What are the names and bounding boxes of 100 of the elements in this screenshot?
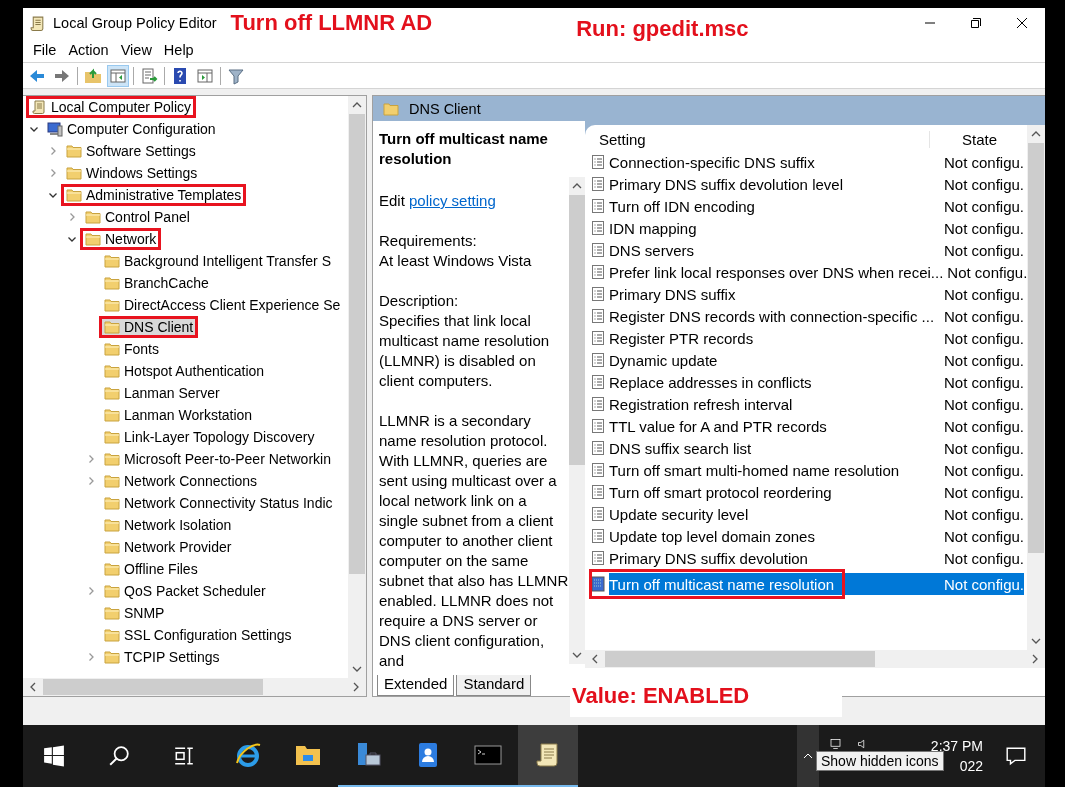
pane-header: DNS Client — [373, 96, 1045, 121]
setting-name: Dynamic update — [609, 351, 719, 369]
tree-item[interactable]: Lanman Server — [99, 382, 225, 404]
clock-date[interactable]: 022 — [959, 756, 983, 776]
description-text: Specifies that link local multicast name resolution (LLMNR) is disabled on client computers. — [379, 311, 551, 391]
setting-name: TTL value for A and PTR records — [609, 417, 828, 435]
setting-state: Not configu. — [942, 461, 1024, 479]
tree-item[interactable]: SNMP — [99, 602, 170, 624]
setting-name: Registration refresh interval — [609, 395, 794, 413]
view-tab[interactable]: Standard — [456, 675, 532, 696]
tree-item[interactable]: TCPIP Settings — [99, 646, 225, 668]
tree-item[interactable]: Link-Layer Topology Discovery — [99, 426, 320, 448]
setting-row[interactable]: Update security level Not configu. — [589, 503, 1024, 525]
setting-row[interactable]: Turn off smart protocol reordering Not configu. — [589, 481, 1024, 503]
setting-name: DNS servers — [609, 241, 695, 259]
annotation-text: Run: gpedit.msc — [576, 16, 749, 42]
tree-item[interactable]: Network Connections — [99, 470, 263, 492]
edit-label: Edit — [379, 192, 405, 209]
tree-item[interactable]: Background Intelligent Transfer S — [99, 250, 336, 272]
setting-state: Not configu. — [942, 329, 1024, 347]
tree-item[interactable]: Network Provider — [99, 536, 237, 558]
setting-name: Prefer link local responses over DNS when recei... — [609, 263, 944, 281]
description-text: LLMNR is a secondary name resolution protocol. With LLMNR, queries are sent using multicast over a local network link on a single subnet from a client computer to another client computer on the same subnet that also has LLMNR enabled. LLMNR does not require a DNS server or DNS client configuration, and — [379, 411, 569, 671]
setting-name: DNS suffix search list — [609, 439, 753, 457]
tree-item[interactable]: BranchCache — [99, 272, 214, 294]
tree-item[interactable]: Control Panel — [80, 206, 195, 228]
setting-state: Not configu. — [942, 395, 1024, 413]
policy-setting-link[interactable]: policy setting — [409, 192, 496, 209]
setting-row[interactable]: Turn off IDN encoding Not configu. — [589, 195, 1024, 217]
setting-row[interactable]: Register PTR records Not configu. — [589, 327, 1024, 349]
window-title: Local Group Policy Editor — [53, 15, 217, 31]
tree-item[interactable]: Computer Configuration — [42, 118, 221, 140]
setting-row[interactable]: DNS servers Not configu. — [589, 239, 1024, 261]
column-header[interactable]: State — [930, 130, 998, 148]
setting-row[interactable]: Prefer link local responses over DNS when recei... Not configu. — [589, 261, 1024, 283]
setting-row[interactable]: Primary DNS suffix devolution Not configu. — [589, 547, 1024, 569]
tree-item[interactable]: DNS Client — [99, 316, 199, 338]
setting-state: Not configu. — [942, 351, 1024, 369]
tree-item[interactable]: Software Settings — [61, 140, 201, 162]
setting-row[interactable]: IDN mapping Not configu. — [589, 217, 1024, 239]
requirements-label: Requirements: — [379, 231, 478, 251]
setting-name: Primary DNS suffix devolution — [609, 549, 809, 567]
setting-row[interactable]: Register DNS records with connection-specific ... Not configu. — [589, 305, 1024, 327]
setting-row[interactable]: Dynamic update Not configu. — [589, 349, 1024, 371]
setting-row[interactable]: DNS suffix search list Not configu. — [589, 437, 1024, 459]
setting-row[interactable]: Primary DNS suffix devolution level Not configu. — [589, 173, 1024, 195]
tooltip: Show hidden icons — [816, 751, 944, 771]
setting-name: Register DNS records with connection-specific ... — [609, 307, 936, 325]
menu-item[interactable]: Help — [157, 42, 200, 58]
setting-name: Replace addresses in conflicts — [609, 373, 813, 391]
setting-name: Turn off smart protocol reordering — [609, 483, 833, 501]
setting-name: Connection-specific DNS suffix — [609, 153, 816, 171]
description-label: Description: — [379, 291, 460, 311]
tree-item[interactable]: QoS Packet Scheduler — [99, 580, 271, 602]
tree-item[interactable]: DirectAccess Client Experience Se — [99, 294, 346, 316]
setting-state: Not configu. — [942, 219, 1024, 237]
setting-state: Not configu. — [942, 575, 1024, 593]
annotation-text: Turn off LLMNR AD — [230, 10, 433, 36]
tree-item[interactable]: Lanman Workstation — [99, 404, 258, 426]
tree-item[interactable]: SSL Configuration Settings — [99, 624, 297, 646]
tree-item[interactable]: Administrative Templates — [61, 184, 247, 206]
setting-name: Primary DNS suffix — [609, 285, 737, 303]
column-header[interactable]: Setting — [589, 130, 930, 148]
tree-item[interactable]: Local Computer Policy — [26, 96, 197, 118]
tree-item[interactable]: Windows Settings — [61, 162, 203, 184]
tree-item[interactable]: Network Isolation — [99, 514, 237, 536]
setting-row[interactable]: Turn off smart multi-homed name resolution Not configu. — [589, 459, 1024, 481]
setting-row[interactable]: Primary DNS suffix Not configu. — [589, 283, 1024, 305]
tree-item[interactable]: Hotspot Authentication — [99, 360, 270, 382]
setting-state: Not configu. — [942, 307, 1024, 325]
setting-state: Not configu. — [942, 417, 1024, 435]
tree-item[interactable]: Network Connectivity Status Indic — [99, 492, 338, 514]
setting-state: Not configu. — [942, 175, 1024, 193]
menu-item[interactable]: File — [27, 42, 63, 58]
setting-name: IDN mapping — [609, 219, 698, 237]
view-tab[interactable]: Extended — [377, 675, 455, 696]
setting-row[interactable]: Replace addresses in conflicts Not configu. — [589, 371, 1024, 393]
tree-item[interactable]: Fonts — [99, 338, 164, 360]
setting-row[interactable]: TTL value for A and PTR records Not configu. — [589, 415, 1024, 437]
setting-row[interactable]: Connection-specific DNS suffix Not configu. — [589, 151, 1024, 173]
setting-name: Turn off smart multi-homed name resolution — [609, 461, 901, 479]
setting-state: Not configu. — [942, 153, 1024, 171]
menu-item[interactable]: View — [114, 42, 158, 58]
requirements-text: At least Windows Vista — [379, 251, 533, 271]
setting-state: Not configu. — [942, 527, 1024, 545]
setting-state: Not configu. — [942, 549, 1024, 567]
setting-state: Not configu. — [942, 505, 1024, 523]
setting-state: Not configu. — [942, 373, 1024, 391]
setting-row[interactable]: Registration refresh interval Not configu. — [589, 393, 1024, 415]
tree-item[interactable]: Network — [80, 228, 162, 250]
setting-row[interactable]: Update top level domain zones Not configu. — [589, 525, 1024, 547]
setting-name: Turn off IDN encoding — [609, 197, 756, 215]
menu-item[interactable]: Action — [62, 42, 115, 58]
setting-name: Primary DNS suffix devolution level — [609, 175, 844, 193]
setting-name: Register PTR records — [609, 329, 755, 347]
setting-state: Not configu. — [942, 285, 1024, 303]
setting-state: Not configu. — [942, 483, 1024, 501]
tree-item[interactable]: Microsoft Peer-to-Peer Networkin — [99, 448, 336, 470]
setting-state: Not configu. — [946, 263, 1027, 281]
tree-item[interactable]: Offline Files — [99, 558, 203, 580]
